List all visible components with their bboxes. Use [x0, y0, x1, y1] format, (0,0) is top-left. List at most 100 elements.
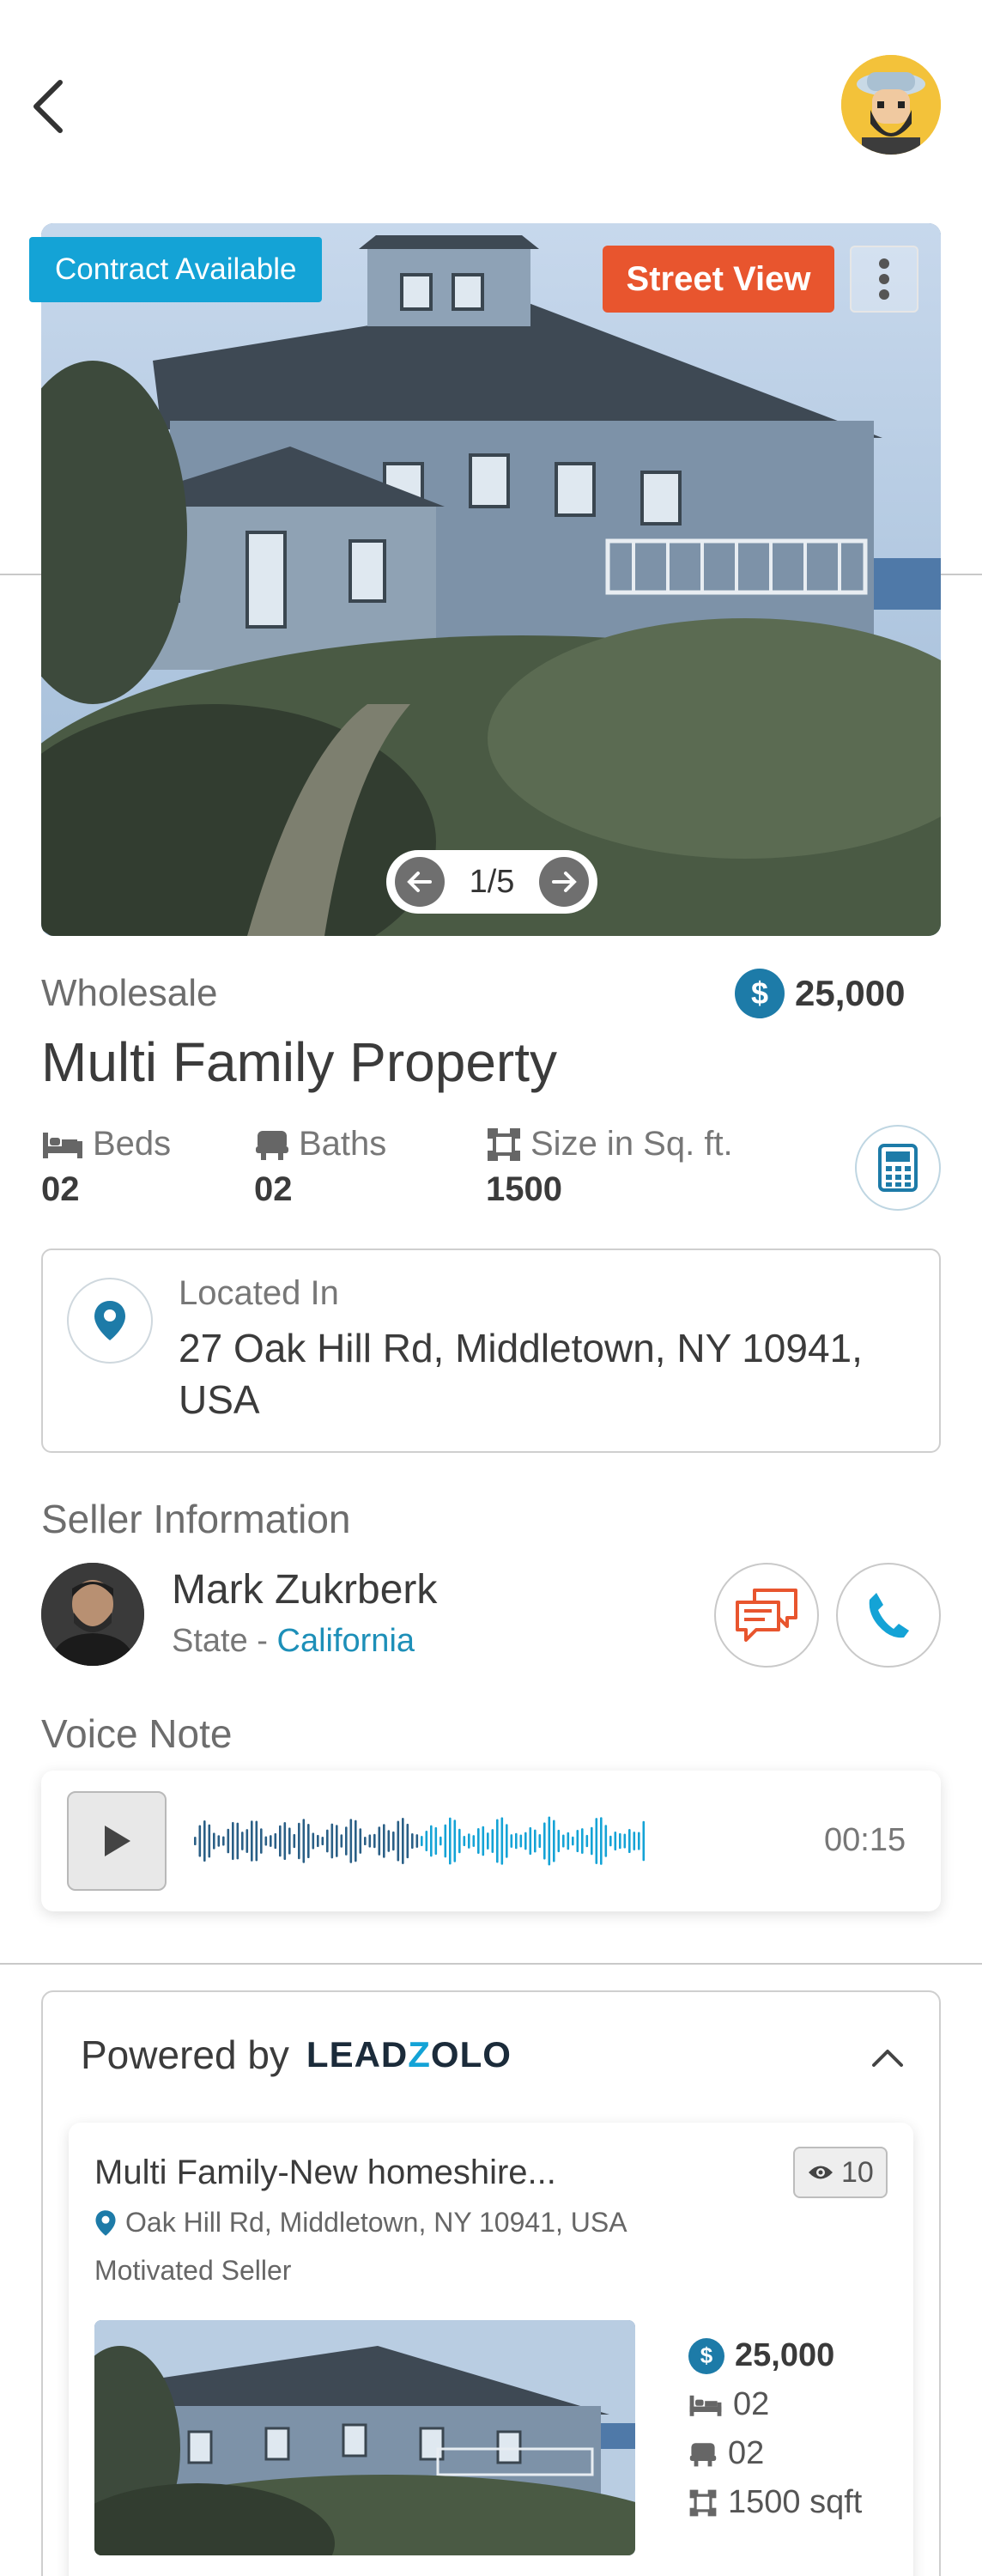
- waveform-bar: [595, 1818, 598, 1864]
- waveform-bar: [515, 1832, 518, 1850]
- waveform-bar: [529, 1826, 532, 1856]
- arrow-left-icon: [407, 872, 432, 892]
- waveform-bar: [472, 1835, 476, 1847]
- user-avatar[interactable]: [841, 55, 941, 155]
- waveform-bar: [402, 1818, 404, 1864]
- waveform-bar: [283, 1821, 287, 1861]
- property-title: Multi Family Property: [41, 1031, 557, 1093]
- spec-size-value: 1500: [486, 1170, 562, 1208]
- waveform-bar: [349, 1819, 353, 1863]
- listing-size-value: 1500 sqft: [728, 2484, 863, 2520]
- waveform-bar: [458, 1828, 461, 1854]
- eye-icon: [809, 2166, 833, 2179]
- seller-photo-illustration: [41, 1563, 144, 1666]
- views-badge: 10: [793, 2147, 888, 2198]
- property-photo[interactable]: [41, 223, 941, 936]
- waveform-bar: [444, 1824, 447, 1858]
- bed-icon: [689, 2395, 722, 2416]
- collapse-button[interactable]: [862, 2037, 913, 2080]
- waveform-bar: [336, 1825, 338, 1857]
- waveform-bar: [572, 1836, 574, 1846]
- chat-button[interactable]: [714, 1563, 819, 1668]
- phone-icon: [869, 1593, 909, 1638]
- waveform-bar: [534, 1829, 536, 1853]
- waveform-bar: [260, 1828, 263, 1854]
- voice-section-title: Voice Note: [41, 1711, 233, 1756]
- next-photo-button[interactable]: [538, 857, 589, 907]
- house-photo-illustration: [41, 223, 941, 936]
- brand-logo: LEADZOLO: [306, 2034, 512, 2075]
- area-icon: [689, 2489, 717, 2516]
- waveform-bar: [246, 1829, 249, 1853]
- waveform-bar: [255, 1820, 258, 1862]
- waveform-bar: [378, 1826, 381, 1856]
- waveform-bar: [321, 1836, 324, 1846]
- chat-bubbles-icon: [736, 1589, 797, 1642]
- more-options-button[interactable]: [850, 246, 918, 313]
- voice-duration: 00:15: [824, 1822, 906, 1858]
- waveform-bar: [425, 1831, 428, 1851]
- location-pin-button: [67, 1278, 153, 1364]
- listing-baths-value: 02: [728, 2435, 765, 2471]
- prev-photo-button[interactable]: [395, 857, 445, 907]
- kebab-menu-icon: [879, 258, 889, 300]
- waveform-bar: [468, 1833, 470, 1849]
- bath-icon: [256, 1130, 288, 1160]
- waveform-bar: [293, 1833, 296, 1849]
- waveform-bar: [274, 1832, 277, 1850]
- listing-photo[interactable]: [94, 2320, 635, 2555]
- section-divider: [0, 1963, 982, 1965]
- seller-state-value[interactable]: California: [277, 1623, 415, 1659]
- waveform-bar: [288, 1827, 291, 1855]
- property-price: $ 25,000: [735, 969, 905, 1018]
- waveform-bar: [383, 1824, 385, 1858]
- house-thumbnail-illustration: [94, 2320, 635, 2555]
- waveform-bar: [270, 1835, 272, 1847]
- call-button[interactable]: [836, 1563, 941, 1668]
- waveform-bar: [600, 1817, 603, 1865]
- waveform-bar: [614, 1831, 617, 1851]
- seller-avatar: [41, 1563, 144, 1666]
- waveform-bar: [317, 1834, 319, 1848]
- waveform-bar: [208, 1824, 211, 1858]
- waveform-bar: [623, 1833, 627, 1849]
- waveform-bar: [364, 1836, 367, 1846]
- calculator-icon: [878, 1144, 918, 1192]
- photo-pager: 1/5: [386, 850, 597, 914]
- play-button[interactable]: [67, 1791, 167, 1891]
- waveform-bar: [519, 1834, 523, 1848]
- waveform-bar: [500, 1817, 504, 1865]
- listing-beds: 02: [688, 2386, 862, 2423]
- waveform-bar: [538, 1833, 542, 1849]
- arrow-right-icon: [551, 872, 577, 892]
- spec-baths-value: 02: [254, 1170, 293, 1208]
- photo-counter: 1/5: [469, 863, 515, 900]
- waveform-bar: [232, 1821, 234, 1861]
- waveform-bar: [439, 1836, 442, 1846]
- waveform-bar: [434, 1826, 438, 1856]
- waveform-bar: [312, 1832, 315, 1850]
- waveform-bar: [453, 1820, 457, 1862]
- location-pin-icon: [94, 1301, 125, 1340]
- waveform-bar: [330, 1823, 334, 1859]
- waveform-bar: [355, 1820, 357, 1862]
- audio-waveform[interactable]: [191, 1807, 654, 1875]
- listing-title[interactable]: Multi Family-New homeshire...: [94, 2154, 556, 2192]
- listing-price: $ 25,000: [688, 2337, 862, 2374]
- location-address: 27 Oak Hill Rd, Middletown, NY 10941, US…: [179, 1326, 863, 1422]
- listing-size: 1500 sqft: [688, 2484, 862, 2521]
- waveform-bar: [236, 1822, 239, 1860]
- waveform-bar: [359, 1828, 362, 1854]
- listing-tag: Motivated Seller: [94, 2255, 292, 2286]
- waveform-bar: [463, 1835, 466, 1847]
- back-button[interactable]: [31, 72, 82, 141]
- contract-available-badge: Contract Available: [29, 237, 323, 302]
- street-view-button[interactable]: Street View: [603, 246, 834, 313]
- waveform-bar: [387, 1830, 391, 1852]
- waveform-bar: [392, 1831, 395, 1851]
- waveform-bar: [251, 1820, 253, 1862]
- waveform-bar: [562, 1834, 565, 1848]
- calculator-button[interactable]: [855, 1125, 941, 1211]
- waveform-bar: [415, 1834, 419, 1848]
- waveform-bar: [487, 1832, 489, 1850]
